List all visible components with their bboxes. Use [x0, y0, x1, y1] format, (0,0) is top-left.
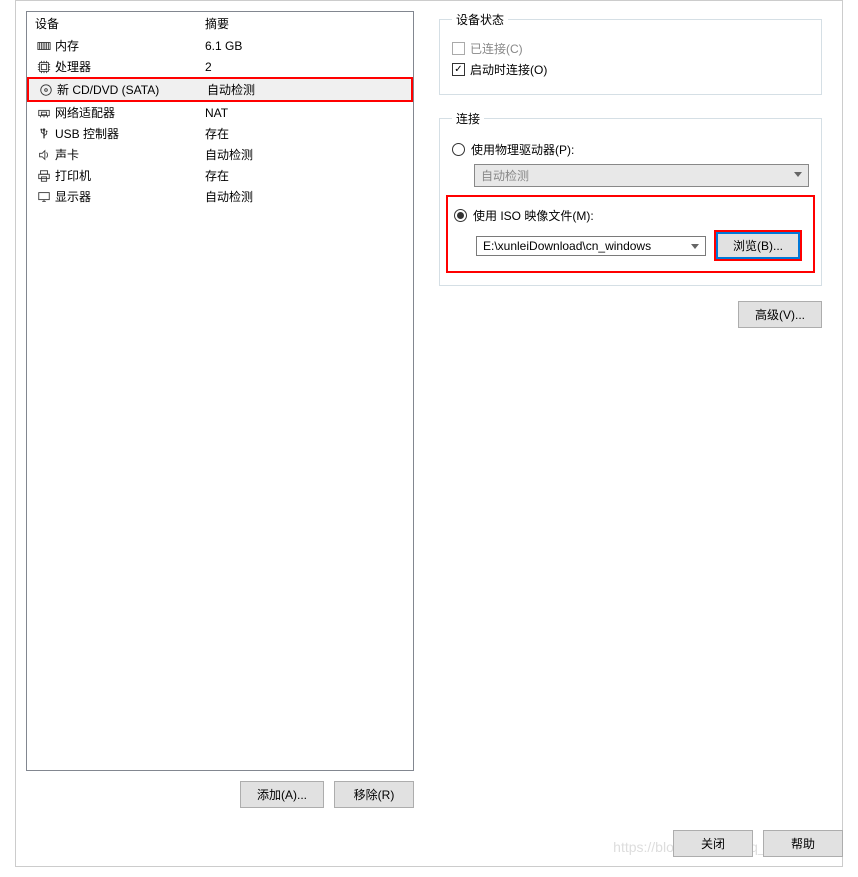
iso-section-highlight: 使用 ISO 映像文件(M): E:\xunleiDownload\cn_win… [446, 195, 815, 273]
row-cpu[interactable]: 处理器 2 [27, 56, 413, 77]
bottom-buttons: 关闭 帮助 [673, 830, 843, 857]
row-display[interactable]: 显示器 自动检测 [27, 186, 413, 207]
physical-drive-radio[interactable]: 使用物理驱动器(P): [452, 141, 809, 158]
radio-icon [452, 143, 465, 156]
left-buttons: 添加(A)... 移除(R) [26, 771, 414, 818]
iso-input-row: E:\xunleiDownload\cn_windows 浏览(B)... [476, 230, 807, 261]
checkbox-icon: ✓ [452, 63, 465, 76]
physical-drive-label: 使用物理驱动器(P): [471, 141, 574, 158]
row-network[interactable]: 网络适配器 NAT [27, 102, 413, 123]
radio-icon [454, 209, 467, 222]
device-name: USB 控制器 [55, 125, 205, 142]
connected-checkbox-row[interactable]: 已连接(C) [452, 40, 809, 57]
device-summary: 自动检测 [207, 81, 403, 98]
row-memory[interactable]: 内存 6.1 GB [27, 35, 413, 56]
device-name: 显示器 [55, 188, 205, 205]
settings-dialog: 设备 摘要 内存 6.1 GB 处理器 2 新 CD/DVD (SATA) 自动 [15, 0, 843, 867]
device-name: 新 CD/DVD (SATA) [57, 81, 207, 98]
connect-poweron-label: 启动时连接(O) [470, 61, 547, 78]
usb-icon [35, 126, 53, 142]
device-summary: 存在 [205, 167, 405, 184]
iso-radio[interactable]: 使用 ISO 映像文件(M): [454, 207, 807, 224]
row-cddvd[interactable]: 新 CD/DVD (SATA) 自动检测 [27, 77, 413, 102]
connection-legend: 连接 [452, 110, 484, 127]
remove-button[interactable]: 移除(R) [334, 781, 414, 808]
header-summary: 摘要 [205, 15, 405, 32]
device-summary: 存在 [205, 125, 405, 142]
disc-icon [37, 82, 55, 98]
add-button[interactable]: 添加(A)... [240, 781, 324, 808]
iso-label: 使用 ISO 映像文件(M): [473, 207, 594, 224]
cpu-icon [35, 59, 53, 75]
device-summary: 自动检测 [205, 146, 405, 163]
device-name: 网络适配器 [55, 104, 205, 121]
device-name: 声卡 [55, 146, 205, 163]
physical-drive-combo[interactable]: 自动检测 [474, 164, 809, 187]
help-button[interactable]: 帮助 [763, 830, 843, 857]
iso-file-combo[interactable]: E:\xunleiDownload\cn_windows [476, 236, 706, 256]
list-header: 设备 摘要 [27, 12, 413, 35]
close-button[interactable]: 关闭 [673, 830, 753, 857]
advanced-row: 高级(V)... [439, 301, 822, 328]
device-status-group: 设备状态 已连接(C) ✓ 启动时连接(O) [439, 11, 822, 95]
header-device: 设备 [35, 15, 205, 32]
checkbox-icon [452, 42, 465, 55]
row-usb[interactable]: USB 控制器 存在 [27, 123, 413, 144]
device-summary: NAT [205, 106, 405, 120]
advanced-button[interactable]: 高级(V)... [738, 301, 822, 328]
device-status-legend: 设备状态 [452, 11, 508, 28]
device-summary: 自动检测 [205, 188, 405, 205]
sound-icon [35, 147, 53, 163]
dialog-content: 设备 摘要 内存 6.1 GB 处理器 2 新 CD/DVD (SATA) 自动 [16, 1, 842, 818]
device-summary: 6.1 GB [205, 39, 405, 53]
left-panel: 设备 摘要 内存 6.1 GB 处理器 2 新 CD/DVD (SATA) 自动 [26, 11, 414, 818]
device-name: 打印机 [55, 167, 205, 184]
device-summary: 2 [205, 60, 405, 74]
row-printer[interactable]: 打印机 存在 [27, 165, 413, 186]
browse-highlight: 浏览(B)... [714, 230, 802, 261]
device-list[interactable]: 设备 摘要 内存 6.1 GB 处理器 2 新 CD/DVD (SATA) 自动 [26, 11, 414, 771]
device-name: 内存 [55, 37, 205, 54]
network-icon [35, 105, 53, 121]
device-name: 处理器 [55, 58, 205, 75]
browse-button[interactable]: 浏览(B)... [716, 232, 800, 259]
connect-poweron-checkbox-row[interactable]: ✓ 启动时连接(O) [452, 61, 809, 78]
connection-group: 连接 使用物理驱动器(P): 自动检测 使用 ISO 映像文件(M): E:\x… [439, 110, 822, 286]
row-sound[interactable]: 声卡 自动检测 [27, 144, 413, 165]
memory-icon [35, 38, 53, 54]
connected-label: 已连接(C) [470, 40, 523, 57]
printer-icon [35, 168, 53, 184]
right-panel: 设备状态 已连接(C) ✓ 启动时连接(O) 连接 使用物理驱动器(P): 自动… [434, 11, 827, 818]
display-icon [35, 189, 53, 205]
